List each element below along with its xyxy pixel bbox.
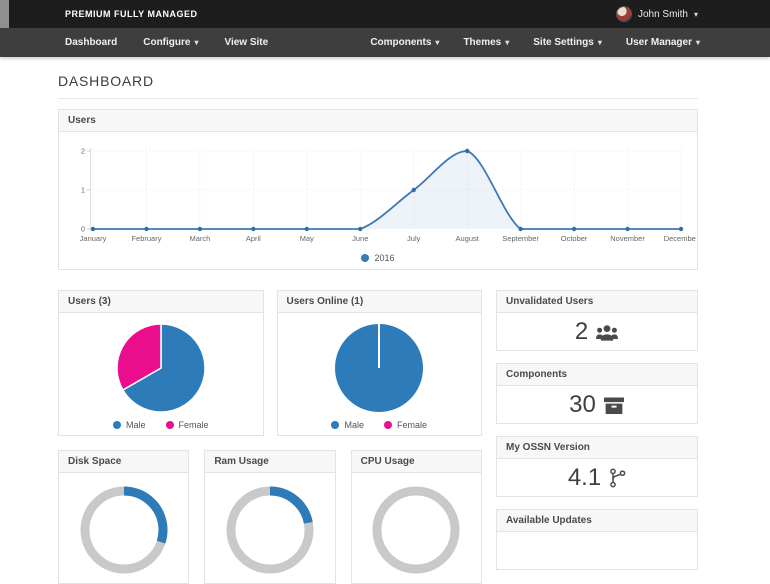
svg-text:November: November bbox=[610, 234, 645, 243]
nav-item-themes[interactable]: Themes▾ bbox=[463, 37, 509, 48]
components-title: Components bbox=[497, 364, 697, 386]
disk-space-title: Disk Space bbox=[59, 451, 188, 473]
svg-text:January: January bbox=[80, 234, 107, 243]
users-line-chart: 0 1 2 January February March April May June July A… bbox=[59, 132, 697, 269]
users-chart-panel: Users 0 1 2 January February March April May Jun… bbox=[58, 109, 698, 270]
users-icon bbox=[595, 322, 619, 342]
users-chart-title: Users bbox=[59, 110, 697, 132]
nav-item-view-site[interactable]: View Site bbox=[224, 37, 268, 48]
nav-item-dashboard[interactable]: Dashboard bbox=[65, 37, 117, 48]
chevron-down-icon: ▾ bbox=[694, 10, 698, 19]
page-title: DASHBOARD bbox=[58, 73, 698, 89]
ram-usage-panel: Ram Usage bbox=[204, 450, 335, 584]
pie-legend: Male Female bbox=[113, 420, 209, 430]
legend-year: 2016 bbox=[374, 253, 394, 263]
svg-text:June: June bbox=[352, 234, 368, 243]
svg-text:April: April bbox=[246, 234, 261, 243]
cpu-usage-title: CPU Usage bbox=[352, 451, 481, 473]
page-content: DASHBOARD Users 0 1 2 January February March A… bbox=[0, 73, 698, 584]
pie-legend: Male Female bbox=[331, 420, 427, 430]
svg-text:1: 1 bbox=[81, 186, 85, 195]
user-name: John Smith bbox=[638, 9, 688, 20]
right-column: Unvalidated Users 2 Compon bbox=[496, 290, 698, 584]
legend-male[interactable]: Male bbox=[113, 420, 146, 430]
chevron-down-icon: ▾ bbox=[435, 38, 439, 47]
line-chart-svg: 0 1 2 January February March April May June July A… bbox=[59, 134, 696, 246]
users-online-pie-panel: Users Online (1) Male Female bbox=[277, 290, 483, 436]
code-branch-icon bbox=[608, 467, 626, 489]
user-avatar bbox=[616, 6, 632, 22]
ossn-version-number: 4.1 bbox=[568, 464, 601, 492]
chevron-down-icon: ▾ bbox=[505, 38, 509, 47]
users-online-pie-title: Users Online (1) bbox=[278, 291, 482, 313]
nav-item-components[interactable]: Components▾ bbox=[370, 37, 439, 48]
left-column: Users (3) Male Female Users Online (1) bbox=[58, 290, 482, 584]
svg-text:February: February bbox=[131, 234, 161, 243]
svg-text:May: May bbox=[300, 234, 314, 243]
ram-usage-gauge bbox=[222, 482, 318, 578]
ram-usage-title: Ram Usage bbox=[205, 451, 334, 473]
main-nav: Dashboard Configure▾ View Site Component… bbox=[0, 28, 770, 57]
chevron-down-icon: ▾ bbox=[194, 38, 198, 47]
legend-dot bbox=[361, 254, 369, 262]
cpu-usage-panel: CPU Usage bbox=[351, 450, 482, 584]
users-pie-title: Users (3) bbox=[59, 291, 263, 313]
chevron-down-icon: ▾ bbox=[598, 38, 602, 47]
users-pie-chart bbox=[115, 322, 207, 414]
disk-space-gauge bbox=[76, 482, 172, 578]
brand-title: PREMIUM FULLY MANAGED bbox=[65, 9, 198, 19]
available-updates-title: Available Updates bbox=[497, 510, 697, 532]
disk-space-panel: Disk Space bbox=[58, 450, 189, 584]
unvalidated-users-panel: Unvalidated Users 2 bbox=[496, 290, 698, 351]
svg-text:March: March bbox=[189, 234, 210, 243]
legend-male[interactable]: Male bbox=[331, 420, 364, 430]
line-chart-legend[interactable]: 2016 bbox=[59, 251, 697, 269]
svg-text:0: 0 bbox=[81, 225, 85, 234]
components-count: 30 bbox=[569, 391, 596, 419]
components-panel: Components 30 bbox=[496, 363, 698, 424]
nav-item-site-settings[interactable]: Site Settings▾ bbox=[533, 37, 602, 48]
cpu-usage-gauge bbox=[368, 482, 464, 578]
nav-item-user-manager[interactable]: User Manager▾ bbox=[626, 37, 700, 48]
users-online-pie-chart bbox=[333, 322, 425, 414]
users-pie-panel: Users (3) Male Female bbox=[58, 290, 264, 436]
unvalidated-users-title: Unvalidated Users bbox=[497, 291, 697, 313]
svg-text:July: July bbox=[407, 234, 421, 243]
svg-text:September: September bbox=[502, 234, 539, 243]
ossn-version-title: My OSSN Version bbox=[497, 437, 697, 459]
legend-female[interactable]: Female bbox=[384, 420, 427, 430]
title-divider bbox=[58, 98, 698, 99]
svg-text:August: August bbox=[456, 234, 480, 243]
nav-item-configure[interactable]: Configure▾ bbox=[143, 37, 198, 48]
ossn-version-panel: My OSSN Version 4.1 bbox=[496, 436, 698, 497]
available-updates-panel: Available Updates bbox=[496, 509, 698, 570]
user-menu[interactable]: John Smith ▾ bbox=[616, 6, 698, 22]
unvalidated-users-count: 2 bbox=[575, 318, 588, 346]
svg-text:October: October bbox=[561, 234, 588, 243]
legend-female[interactable]: Female bbox=[166, 420, 209, 430]
chevron-down-icon: ▾ bbox=[696, 38, 700, 47]
svg-text:2: 2 bbox=[81, 147, 85, 156]
page-edge-strip bbox=[0, 0, 9, 28]
svg-text:December: December bbox=[664, 234, 696, 243]
top-bar: PREMIUM FULLY MANAGED John Smith ▾ bbox=[0, 0, 770, 28]
archive-icon bbox=[603, 395, 625, 415]
